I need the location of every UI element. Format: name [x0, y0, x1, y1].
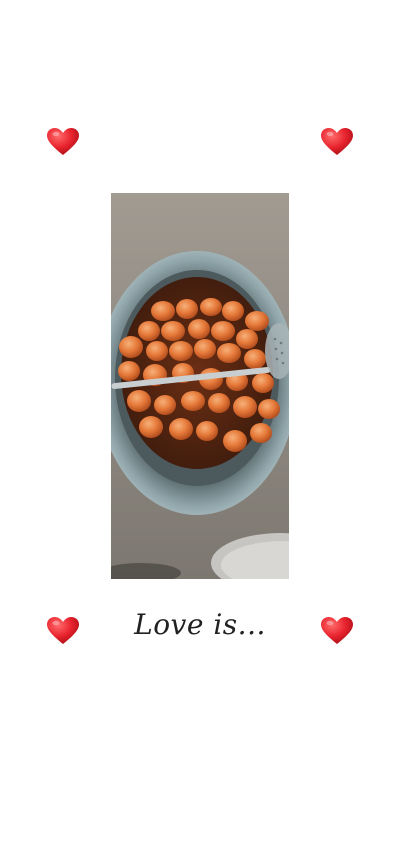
- heart-icon: [47, 128, 79, 156]
- heart-icon: [321, 617, 353, 645]
- heart-icon: [321, 128, 353, 156]
- pan-of-sweets-photo: [111, 193, 289, 579]
